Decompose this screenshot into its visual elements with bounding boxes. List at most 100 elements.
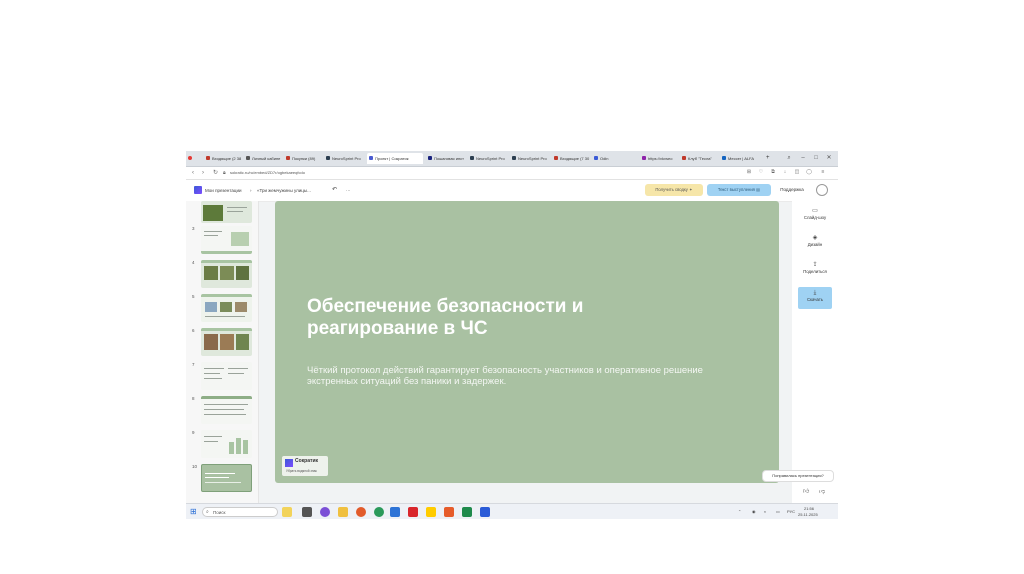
browser-tab[interactable]: Мессеr | ALFA <box>720 153 760 164</box>
slide-number: 4 <box>192 260 195 265</box>
browser-tab[interactable]: https://vkvseo <box>640 153 678 164</box>
browser-tab[interactable]: Клуб "Тесла" <box>680 153 718 164</box>
desktop-screen: Входящие (2 38 Личный кабине Покупки (89… <box>186 151 838 519</box>
tab-favicon-icon <box>554 156 558 160</box>
tray-chevron-icon[interactable]: ⌃ <box>738 509 741 514</box>
slide-thumbnail-selected[interactable] <box>201 464 252 492</box>
more-options-icon[interactable]: ··· <box>346 180 351 201</box>
browser-tab[interactable]: NeuroSprint Pro <box>324 153 364 164</box>
taskbar-search-label: Поиск <box>213 510 226 515</box>
slide-thumbnail[interactable] <box>201 328 252 356</box>
browser-tab[interactable]: Odin <box>592 153 618 164</box>
app-header: Мои презентации › «Три жемчужины улицы..… <box>186 180 838 202</box>
watermark-badge[interactable]: Сократик Убрать водяной знак <box>282 456 328 476</box>
volume-icon[interactable]: ◐ <box>764 509 766 514</box>
wallet-icon[interactable]: ◫ <box>794 169 800 175</box>
remove-watermark-link[interactable]: Убрать водяной знак <box>286 469 317 473</box>
right-tools-panel: ▭ Слайд-шоу ◈ Дизайн ⇪ Поделиться ⤓ Скач… <box>792 201 838 503</box>
slideshow-button[interactable]: ▭ Слайд-шоу <box>798 207 832 220</box>
app-icon[interactable] <box>444 507 454 517</box>
slide-canvas[interactable]: Обеспечение безопасности и реагирование … <box>275 201 779 483</box>
profile-icon[interactable]: ◯ <box>806 169 812 175</box>
back-icon[interactable]: ‹ <box>192 168 194 178</box>
app-icon[interactable] <box>356 507 366 517</box>
excel-icon[interactable] <box>462 507 472 517</box>
slide-subtitle[interactable]: Чёткий протокол действий гарантирует без… <box>307 365 747 387</box>
task-view-icon[interactable] <box>302 507 312 517</box>
screenshot-icon[interactable]: ⊞ <box>746 169 752 175</box>
slide-thumbnails-panel[interactable]: 3 4 5 6 7 8 9 10 <box>186 201 259 503</box>
menu-icon[interactable]: ≡ <box>820 169 826 175</box>
reload-icon[interactable]: ↻ <box>213 168 218 178</box>
browser-tab[interactable]: Входящие (7 30 <box>552 153 590 164</box>
feedback-prompt[interactable]: Понравилась презентация? <box>762 470 834 482</box>
slide-thumbnail[interactable] <box>201 260 252 288</box>
extensions-icon[interactable]: ⧉ <box>770 169 776 175</box>
app-icon[interactable] <box>390 507 400 517</box>
maximize-icon[interactable]: □ <box>811 153 821 164</box>
browser-tab[interactable]: NeuroSprint Pro <box>468 153 508 164</box>
tab-favicon-icon <box>594 156 598 160</box>
taskbar-search-input[interactable]: ⌕ Поиск <box>202 507 278 517</box>
sokratic-logo-icon[interactable] <box>194 186 202 194</box>
slide-number: 7 <box>192 362 195 367</box>
url-field[interactable]: sokratic.ru/ru/embed/ZD7r/ogbekaeeqfcdo <box>230 169 305 177</box>
design-button[interactable]: ◈ Дизайн <box>798 234 832 247</box>
browser-tab-active[interactable]: Проект | Сократик <box>367 153 423 164</box>
battery-icon[interactable]: ▭ <box>776 509 780 514</box>
file-explorer-icon[interactable] <box>338 507 348 517</box>
close-icon[interactable]: ✕ <box>824 153 834 164</box>
browser-tab[interactable]: NeuroSprint Pro <box>510 153 550 164</box>
download-icon[interactable]: ↓ <box>782 169 788 175</box>
yandex-icon[interactable] <box>426 507 436 517</box>
slide-thumbnail[interactable] <box>201 201 252 223</box>
download-icon: ⤓ <box>813 290 817 296</box>
thumbs-up-icon[interactable]: 👍︎ <box>803 487 809 495</box>
share-icon: ⇪ <box>812 262 818 268</box>
tab-favicon-icon <box>286 156 290 160</box>
app-icon[interactable] <box>374 507 384 517</box>
slide-thumbnail[interactable] <box>201 396 252 424</box>
language-indicator[interactable]: РУС <box>787 509 795 514</box>
windows-start-icon[interactable]: ⊞ <box>190 508 197 516</box>
tab-favicon-icon <box>246 156 250 160</box>
slide-title[interactable]: Обеспечение безопасности и реагирование … <box>307 296 687 340</box>
slide-thumbnail[interactable] <box>201 226 252 254</box>
network-icon[interactable]: ◉ <box>752 509 756 514</box>
browser-tab[interactable]: Покупки (89) <box>284 153 322 164</box>
browser-tab-strip: Входящие (2 38 Личный кабине Покупки (89… <box>186 151 838 167</box>
get-summary-button[interactable]: Получить сводку ✦ <box>645 184 703 196</box>
word-icon[interactable] <box>480 507 490 517</box>
opera-icon[interactable] <box>408 507 418 517</box>
presentation-title[interactable]: «Три жемчужины улицы... <box>257 180 311 201</box>
support-link[interactable]: Поддержка <box>776 184 808 196</box>
clock-date[interactable]: 25.11.2025 <box>798 512 818 517</box>
new-tab-button[interactable]: + <box>764 153 774 164</box>
slide-number: 6 <box>192 328 195 333</box>
browser-tab[interactable]: Входящие (2 38 <box>204 153 242 164</box>
share-button[interactable]: ⇪ Поделиться <box>798 261 832 274</box>
bookmark-icon[interactable]: ♡ <box>758 169 764 175</box>
undo-icon[interactable]: ↶ <box>332 180 337 201</box>
slide-thumbnail[interactable] <box>201 362 252 390</box>
thumbs-down-icon[interactable]: 👎︎ <box>819 487 825 495</box>
monitor-icon: ▭ <box>812 208 818 214</box>
clock-time[interactable]: 21:56 <box>804 506 814 511</box>
app-icon[interactable] <box>320 507 330 517</box>
slide-number: 5 <box>192 294 195 299</box>
browser-tab[interactable]: Личный кабине <box>244 153 282 164</box>
slide-thumbnail[interactable] <box>201 294 252 322</box>
tab-favicon-icon <box>470 156 474 160</box>
minimize-icon[interactable]: – <box>798 153 808 164</box>
opera-logo-icon[interactable] <box>186 153 194 164</box>
user-avatar-icon[interactable] <box>816 184 828 196</box>
speech-text-button[interactable]: Текст выступления ▤ <box>707 184 771 196</box>
download-button[interactable]: ⤓ Скачать <box>798 287 832 309</box>
search-tabs-icon[interactable]: ⌕ <box>784 153 794 164</box>
browser-tab[interactable]: Пошаговая инст <box>426 153 466 164</box>
slide-thumbnail[interactable] <box>201 430 252 458</box>
forward-icon[interactable]: › <box>202 168 204 178</box>
widget-icon[interactable] <box>282 507 292 517</box>
slide-number: 3 <box>192 226 195 231</box>
breadcrumb-root[interactable]: Мои презентации <box>205 180 242 201</box>
